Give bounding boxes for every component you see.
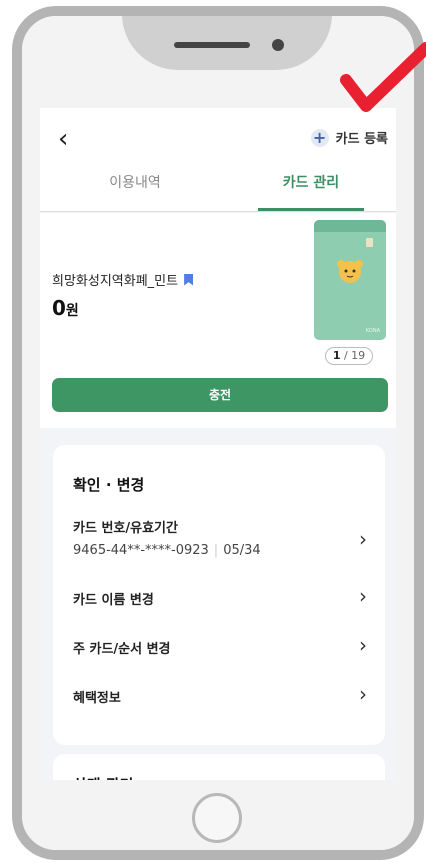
menu-item-card-number[interactable]: 카드 번호/유효기간 9465-44**-****-0923 | 05/34 › (73, 517, 367, 558)
card-number: 9465-44**-****-0923 (73, 543, 209, 558)
speaker-icon (174, 42, 250, 48)
chevron-right-icon: › (359, 633, 367, 657)
card-balance: 0원 (52, 296, 79, 320)
menu-item-label: 카드 번호/유효기간 (73, 521, 178, 536)
card-summary: 희망화성지역화폐_민트 0원 KONA 1 / 19 충전 (40, 213, 396, 428)
app-screen: ‹ + 카드 등록 이용내역 카드 관리 희망화성지역화폐_민트 0원 KONA… (40, 108, 396, 788)
chevron-right-icon: › (359, 527, 367, 551)
bookmark-icon (184, 273, 194, 286)
card-index-current: 1 (332, 349, 341, 362)
menu-item-main-card-order[interactable]: 주 카드/순서 변경 › (73, 633, 367, 657)
section-title: 확인 · 변경 (73, 476, 145, 494)
menu-item-benefits[interactable]: 혜택정보 › (73, 682, 367, 706)
card-chip-icon (366, 238, 373, 247)
tab-card-management[interactable]: 카드 관리 (256, 172, 366, 192)
phone-frame: ‹ + 카드 등록 이용내역 카드 관리 희망화성지역화폐_민트 0원 KONA… (12, 6, 424, 860)
mascot-icon (337, 260, 363, 283)
card-stripe (314, 220, 386, 232)
menu-item-label: 혜택정보 (73, 691, 121, 706)
card-image[interactable]: KONA (314, 220, 386, 340)
menu-item-label: 주 카드/순서 변경 (73, 642, 171, 657)
balance-unit: 원 (65, 303, 79, 319)
menu-item-rename-card[interactable]: 카드 이름 변경 › (73, 584, 367, 608)
chevron-right-icon: › (359, 584, 367, 608)
chevron-right-icon: › (359, 682, 367, 706)
active-tab-indicator (258, 208, 364, 211)
menu-item-label: 카드 이름 변경 (73, 593, 154, 608)
card-name-row: 희망화성지역화폐_민트 (52, 270, 194, 289)
card-name: 희망화성지역화폐_민트 (52, 274, 179, 289)
card-number-expiry: 9465-44**-****-0923 | 05/34 (73, 543, 367, 558)
card-expiry: 05/34 (223, 543, 261, 558)
charge-button[interactable]: 충전 (52, 378, 388, 412)
checkmark-annotation-icon (340, 42, 426, 112)
card-brand: KONA (365, 328, 380, 334)
card-page-indicator: 1 / 19 (325, 347, 373, 365)
chevron-left-icon[interactable]: ‹ (58, 126, 68, 152)
tab-usage-history[interactable]: 이용내역 (80, 172, 190, 192)
camera-icon (272, 39, 284, 51)
phone-bottom-bezel (22, 780, 414, 850)
confirm-change-section: 확인 · 변경 카드 번호/유효기간 9465-44**-****-0923 | 0… (53, 445, 385, 745)
divider: | (213, 543, 219, 558)
plus-icon: + (310, 128, 329, 147)
card-index-total: / 19 (343, 349, 366, 362)
add-card-button[interactable]: + 카드 등록 (310, 128, 388, 147)
home-button (192, 793, 242, 843)
balance-amount: 0 (52, 296, 66, 320)
add-card-label: 카드 등록 (335, 132, 388, 147)
tab-bar: 이용내역 카드 관리 (40, 172, 396, 212)
